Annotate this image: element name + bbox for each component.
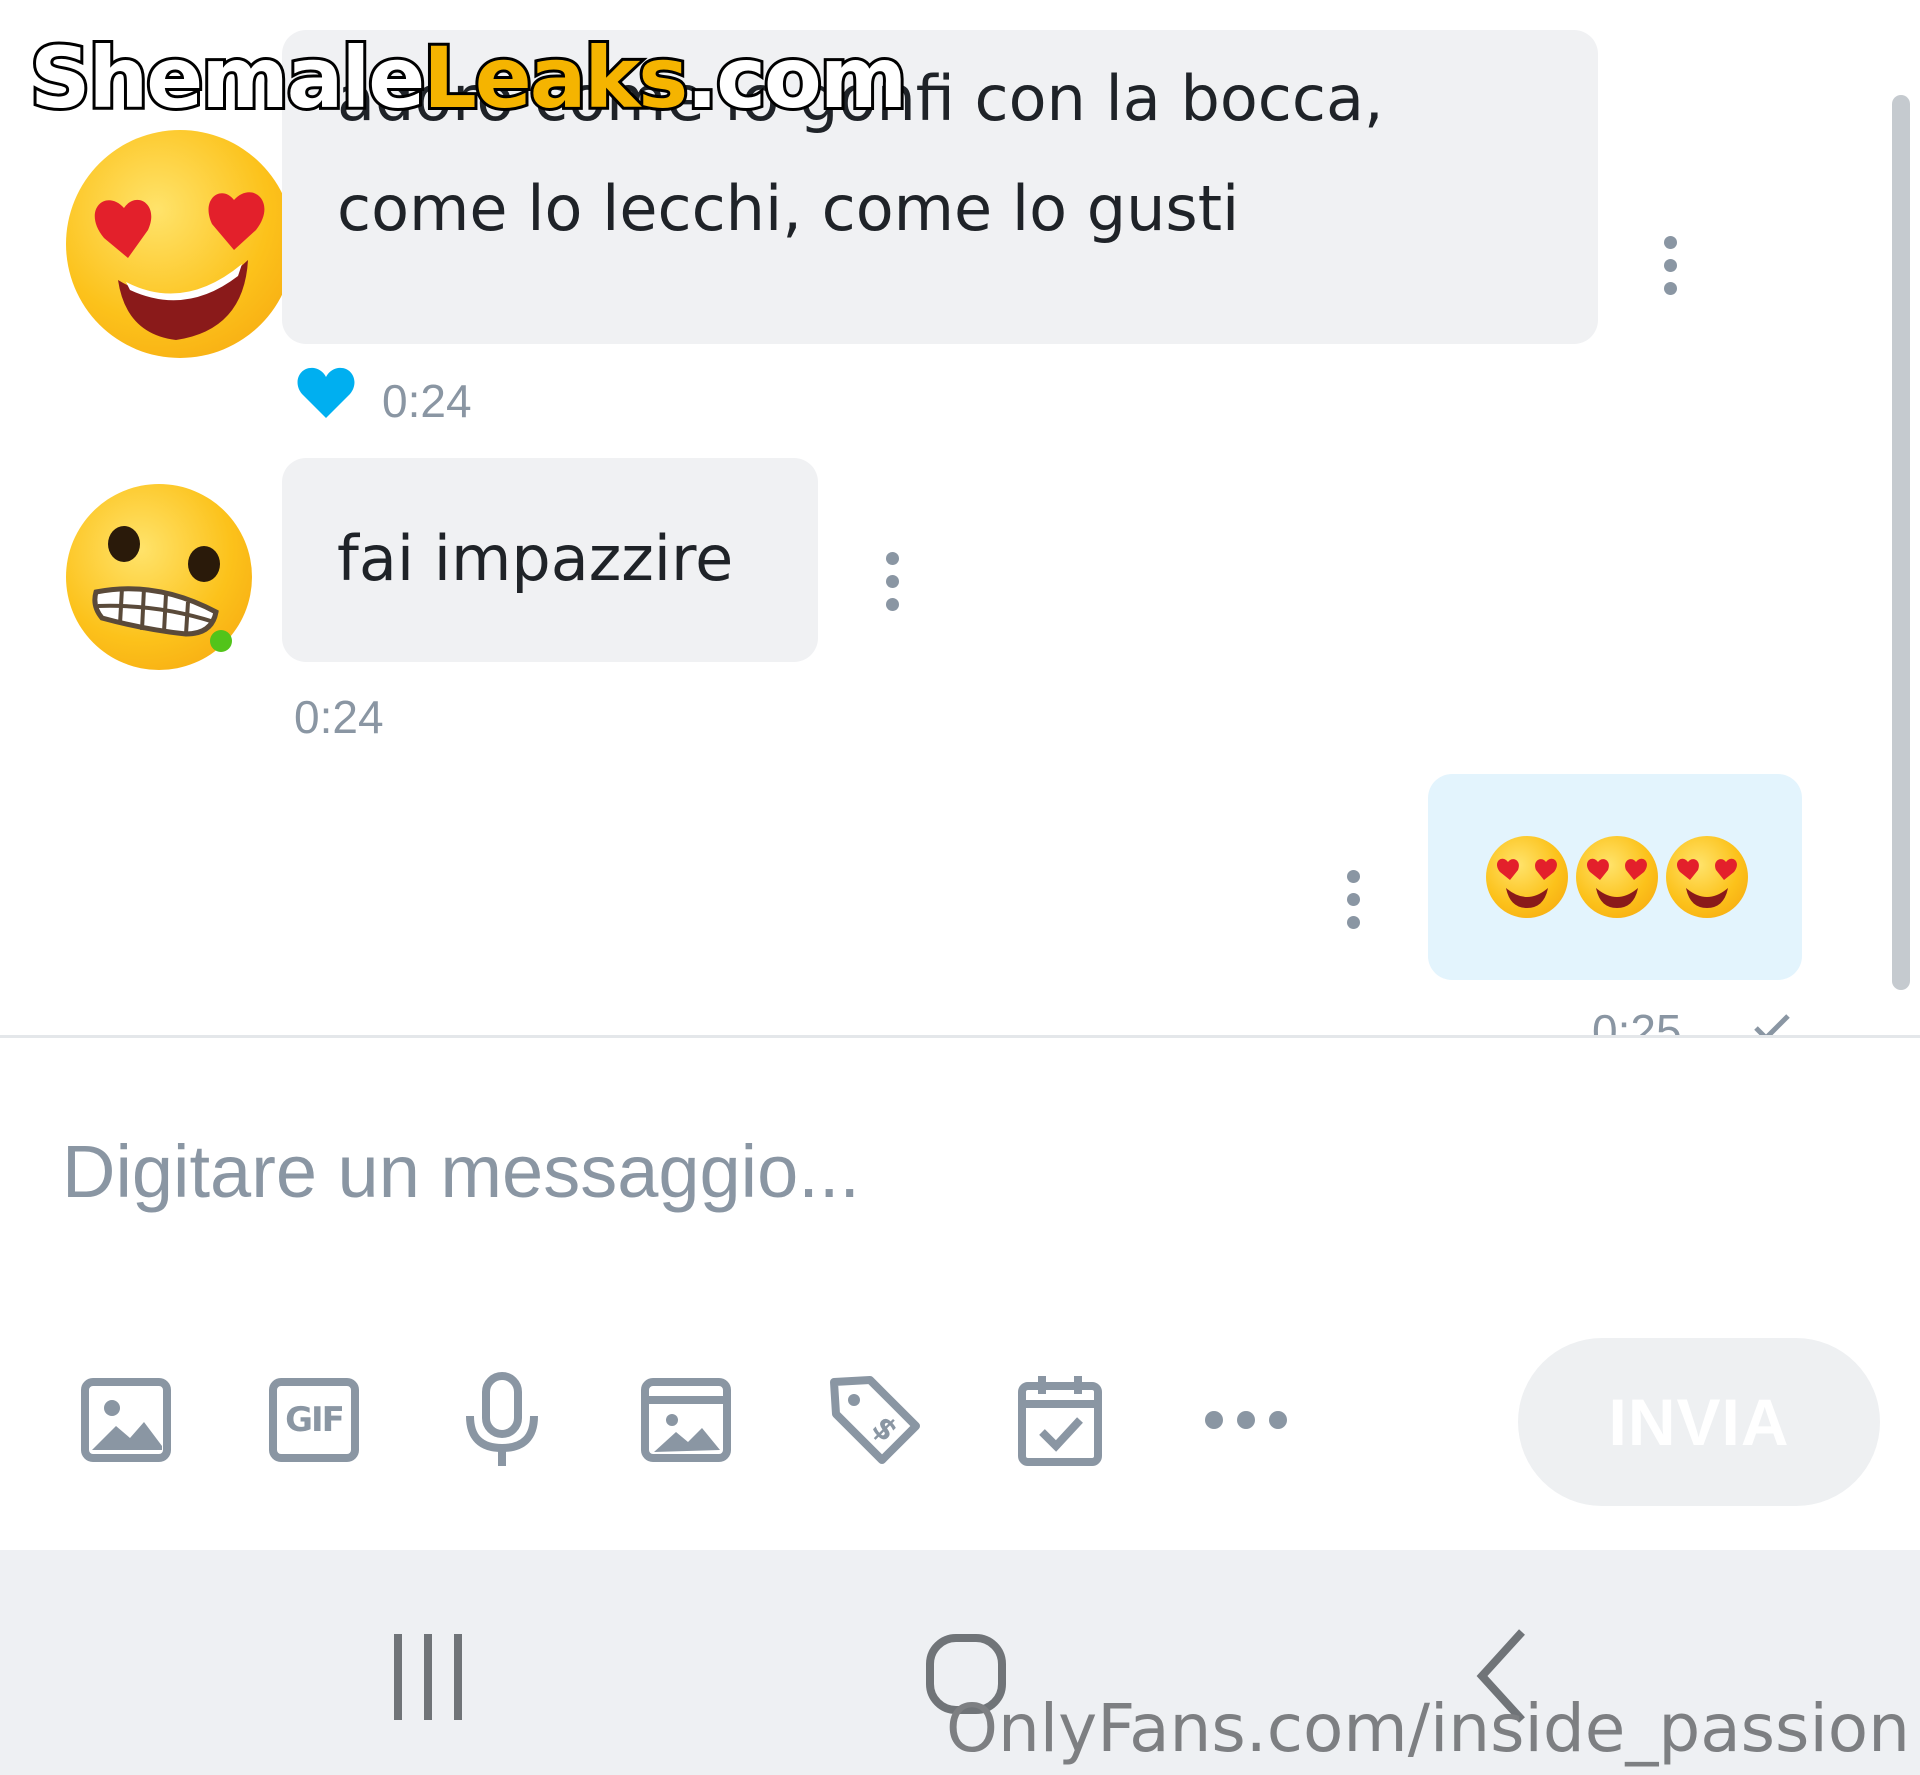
message-text: fai impazzire: [337, 522, 734, 595]
more-icon: [1205, 1411, 1287, 1429]
heart-eyes-emoji-icon: [1576, 836, 1658, 918]
online-status-dot: [210, 630, 232, 652]
outgoing-emoji-row: [1486, 836, 1748, 918]
message-line: come lo lecchi, come lo gusti: [337, 172, 1240, 245]
sender-avatar-heart-eyes-emoji[interactable]: [66, 130, 294, 358]
message-options-button[interactable]: [1664, 236, 1678, 305]
attach-image-button[interactable]: [76, 1370, 176, 1470]
message-time: 0:24: [382, 375, 472, 427]
voice-record-button[interactable]: [452, 1370, 552, 1470]
chat-thread[interactable]: adoro come lo gonfi con la bocca, come l…: [0, 0, 1920, 1035]
liked-heart-icon[interactable]: [296, 366, 356, 420]
message-options-button[interactable]: [1347, 870, 1361, 939]
message-input[interactable]: [60, 1115, 1464, 1227]
message-bubble-outgoing[interactable]: 😍😍😍: [1428, 774, 1802, 980]
set-price-button[interactable]: $: [824, 1370, 924, 1470]
recent-apps-button[interactable]: [368, 1620, 488, 1740]
recent-apps-icon: [394, 1634, 462, 1720]
heart-eyes-face-icon: [94, 192, 265, 340]
watermark-logo: ShemaleLeaks.com: [27, 26, 910, 130]
chat-scrollbar[interactable]: [1892, 95, 1910, 990]
heart-eyes-emoji-icon: [1666, 836, 1748, 918]
message-options-button[interactable]: [886, 552, 900, 621]
image-icon: [81, 1378, 171, 1462]
schedule-button[interactable]: [1010, 1370, 1110, 1470]
gif-button[interactable]: GIF: [264, 1370, 364, 1470]
message-time: 0:24: [294, 691, 384, 743]
calendar-icon: [1018, 1376, 1102, 1466]
sent-check-icon: [1754, 1014, 1790, 1035]
gif-label: GIF: [285, 1400, 345, 1440]
watermark-text: OnlyFans.com/inside_passion: [946, 1690, 1910, 1767]
vault-media-icon: [641, 1378, 731, 1462]
send-button[interactable]: INVIA: [1518, 1338, 1880, 1506]
message-time: 0:25: [1592, 1005, 1682, 1035]
message-bubble-incoming[interactable]: fai impazzire: [282, 458, 818, 662]
more-options-button[interactable]: [1196, 1370, 1296, 1470]
price-tag-icon: $: [830, 1376, 920, 1464]
composer-divider: [0, 1035, 1920, 1038]
vault-media-button[interactable]: [636, 1370, 736, 1470]
heart-eyes-emoji-icon: [1486, 836, 1568, 918]
microphone-icon: [466, 1372, 538, 1466]
